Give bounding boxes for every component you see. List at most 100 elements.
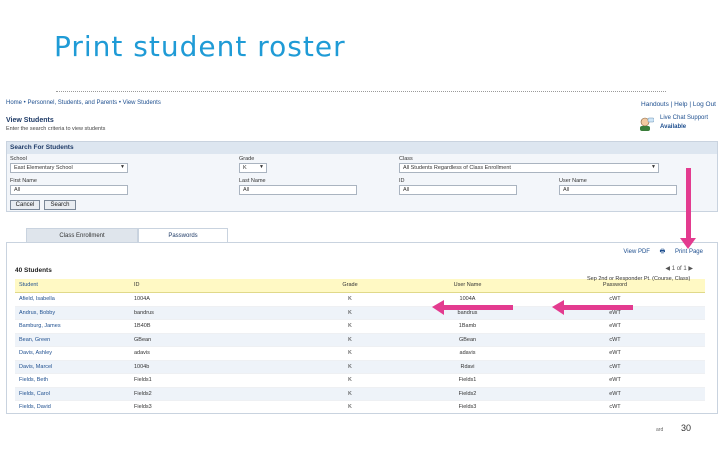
chevron-down-icon: ▼: [259, 164, 264, 170]
print-icon[interactable]: 🖶: [660, 249, 666, 255]
table-row[interactable]: Fields, David Fields3 K Fields3 cWT: [15, 401, 705, 414]
view-pdf-link[interactable]: View PDF: [623, 249, 650, 255]
logout-link[interactable]: Log Out: [693, 101, 716, 108]
table-row[interactable]: Davis, Ashley adavis Kadavis eWT: [15, 347, 705, 361]
table-row[interactable]: Bean, Green GBean K GBean cWT: [15, 333, 705, 347]
cell-username: Rdavi: [460, 363, 475, 370]
cell-password: eWT: [609, 377, 621, 383]
username-arrow-shaft: [443, 305, 513, 310]
prev-page-icon[interactable]: ◀: [665, 266, 670, 272]
cell-student[interactable]: Davis, Marcel: [15, 361, 130, 374]
results-panel: View PDF 🖶 Print Page 40 Students ◀ 1 of…: [6, 242, 718, 414]
handouts-link[interactable]: Handouts: [641, 101, 669, 108]
chevron-down-icon: ▼: [651, 164, 656, 170]
tab-passwords[interactable]: Passwords: [138, 228, 228, 242]
first-name-label: First Name: [10, 178, 37, 184]
cell-id: 1B40B: [134, 323, 151, 329]
table-row[interactable]: Davis, Marcel 1004b K Rdavi cWT: [15, 360, 705, 374]
help-link[interactable]: Help: [674, 101, 687, 108]
cell-id: Fields1: [134, 377, 152, 383]
cell-student[interactable]: Andrus, Bobby: [15, 307, 130, 320]
page-title: View Students: [6, 117, 54, 124]
student-table: Student ID Grade User Name Password Afie…: [15, 279, 705, 414]
print-page-link[interactable]: Print Page: [675, 249, 703, 255]
title-divider: [56, 91, 666, 92]
cell-grade: K: [348, 390, 352, 397]
cancel-button[interactable]: Cancel: [10, 200, 40, 210]
app-screenshot: Home • Personnel, Students, and Parents …: [6, 98, 718, 414]
class-select[interactable]: All Students Regardless of Class Enrollm…: [399, 163, 659, 173]
grade-label: Grade: [239, 156, 255, 162]
cell-password: eWT: [609, 350, 621, 356]
cell-id: adavis: [134, 350, 150, 356]
cell-id: 1004A: [134, 296, 150, 302]
cell-student[interactable]: Fields, David: [15, 401, 130, 414]
cell-id: 1004b: [134, 363, 150, 370]
grade-value: K: [243, 165, 247, 171]
top-links: Handouts | Help | Log Out: [641, 101, 716, 108]
student-count: 40 Students: [15, 267, 52, 274]
cell-grade: K: [348, 363, 352, 370]
table-row[interactable]: Bamburg, James 1B40B K 1Bamb eWT: [15, 320, 705, 334]
cell-username: 1004A: [459, 296, 476, 302]
col-username[interactable]: User Name: [410, 279, 525, 292]
table-body: Afield, Isabella 1004A K 1004A cWT Andrus, Bo…: [15, 293, 705, 414]
col-student[interactable]: Student: [15, 279, 130, 292]
cell-id: Fields3: [134, 404, 152, 410]
last-name-label: Last Name: [239, 178, 266, 184]
support-line1: Live Chat Support: [660, 115, 709, 121]
cell-username: adavis: [459, 350, 476, 356]
tab-class-enrollment[interactable]: Class Enrollment: [26, 228, 138, 242]
footer-logo-mark: ard: [656, 427, 664, 433]
chat-person-icon: [640, 117, 654, 131]
live-chat-support[interactable]: Live Chat Support Available: [638, 115, 718, 135]
cell-grade: K: [348, 404, 352, 410]
search-button[interactable]: Search: [44, 200, 76, 210]
cell-student[interactable]: Bean, Green: [15, 334, 130, 347]
col-grade[interactable]: Grade: [290, 279, 410, 292]
cell-id: GBean: [134, 336, 152, 343]
cell-password: cWT: [609, 336, 621, 343]
cell-grade: K: [348, 350, 352, 356]
cell-id: Fields2: [134, 390, 152, 397]
breadcrumb[interactable]: Home • Personnel, Students, and Parents …: [6, 100, 161, 106]
cell-student[interactable]: Davis, Ashley: [15, 347, 130, 360]
cell-grade: K: [348, 336, 352, 343]
cell-id: bandrus: [134, 309, 154, 316]
support-line2: Available: [660, 124, 687, 130]
id-input[interactable]: All: [399, 185, 517, 195]
sort-note: Sep 2nd or Responder Pt. (Course, Class): [587, 276, 691, 282]
table-row[interactable]: Fields, Carol Fields2 K Fields2 eWT: [15, 387, 705, 401]
cell-username: Fields2: [458, 390, 477, 397]
username-input[interactable]: All: [559, 185, 677, 195]
cell-grade: K: [348, 296, 352, 302]
cell-grade: K: [348, 323, 352, 329]
school-select[interactable]: East Elementary School ▼: [10, 163, 128, 173]
password-arrow-head: [552, 300, 564, 315]
password-arrow-shaft: [563, 305, 633, 310]
chevron-down-icon: ▼: [120, 164, 125, 170]
cell-password: cWT: [609, 363, 621, 370]
cell-student[interactable]: Fields, Carol: [15, 388, 130, 401]
next-page-icon[interactable]: ▶: [688, 266, 693, 272]
school-value: East Elementary School: [14, 165, 73, 171]
grade-select[interactable]: K ▼: [239, 163, 267, 173]
table-row[interactable]: Fields, Beth Fields1 K Fields1 eWT: [15, 374, 705, 388]
class-value: All Students Regardless of Class Enrollm…: [403, 165, 511, 171]
school-label: School: [10, 156, 27, 162]
cell-student[interactable]: Fields, Beth: [15, 374, 130, 387]
print-arrow-shaft: [686, 168, 691, 238]
slide-title: Print student roster: [54, 30, 346, 63]
cell-grade: K: [348, 309, 352, 316]
first-name-input[interactable]: All: [10, 185, 128, 195]
col-id[interactable]: ID: [130, 279, 290, 292]
cell-username: Fields3: [458, 404, 477, 410]
cell-username: GBean: [458, 336, 477, 343]
pager[interactable]: ◀ 1 of 1 ▶: [665, 265, 693, 272]
cell-student[interactable]: Afield, Isabella: [15, 293, 130, 306]
cell-grade: K: [348, 377, 352, 383]
page-number: 30: [681, 423, 692, 433]
cell-password: eWT: [609, 390, 621, 397]
cell-student[interactable]: Bamburg, James: [15, 320, 130, 333]
last-name-input[interactable]: All: [239, 185, 357, 195]
